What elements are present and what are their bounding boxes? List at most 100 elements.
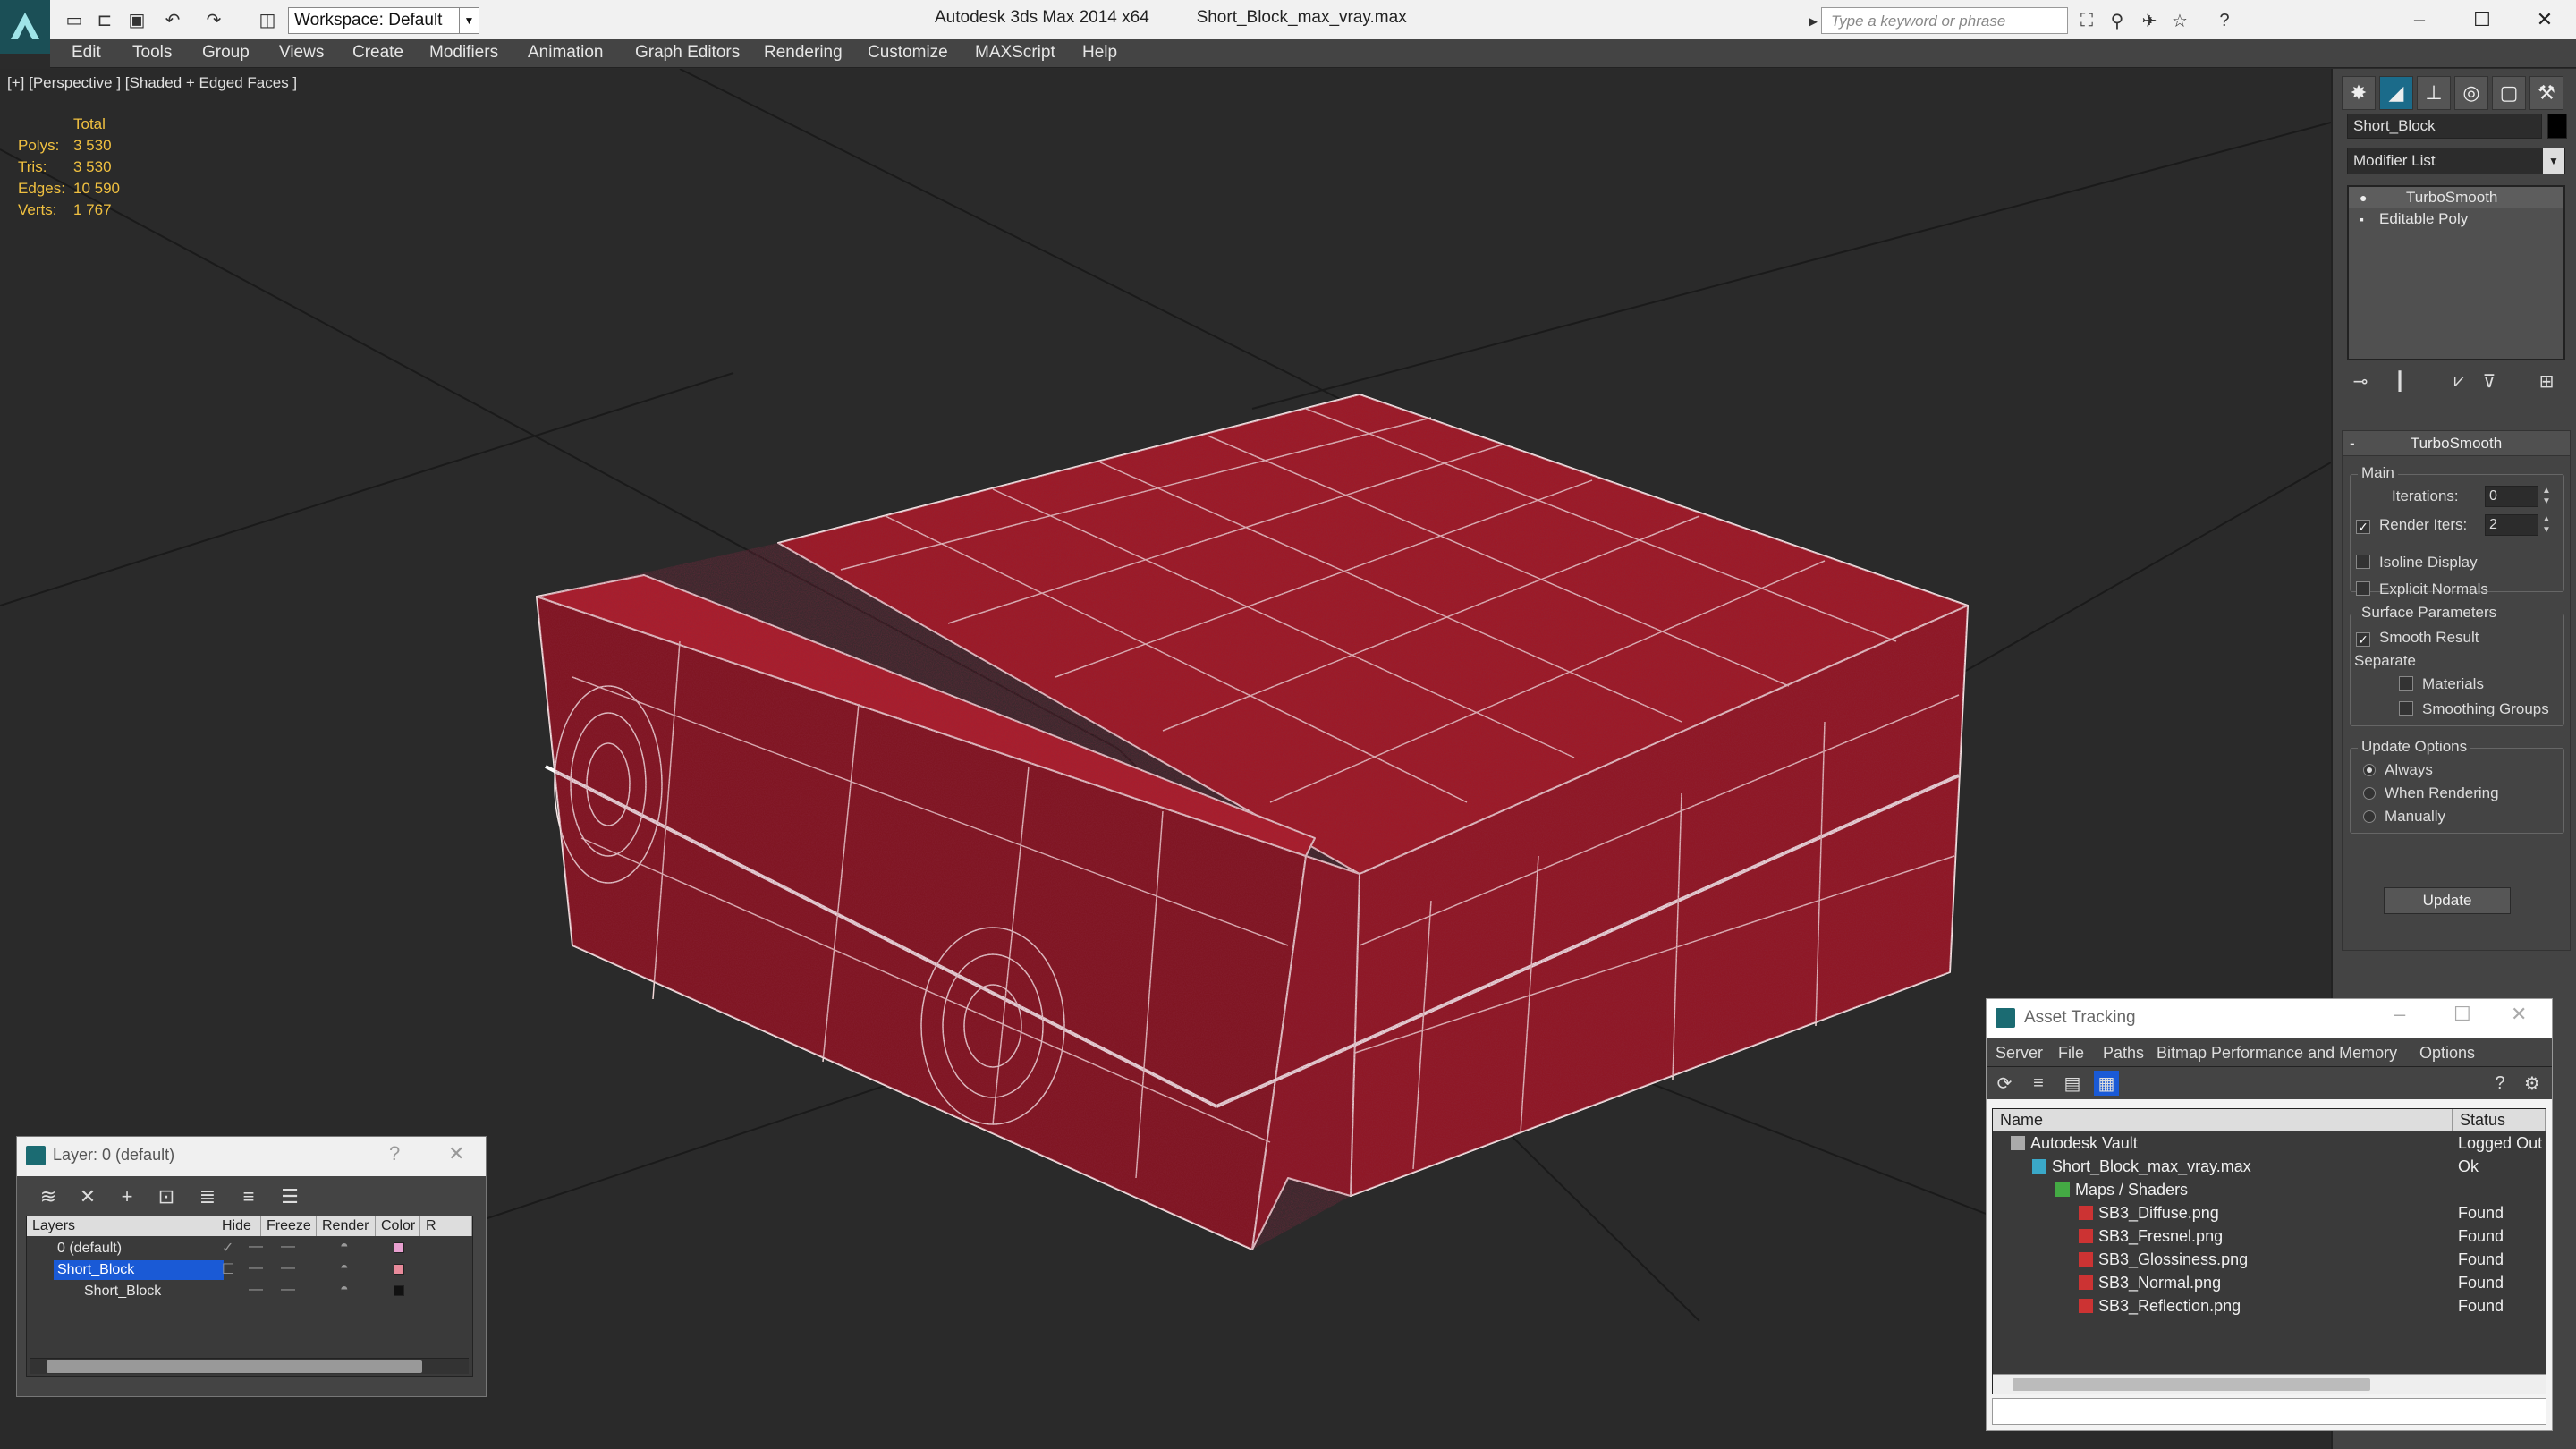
help-icon[interactable]: ? [2487, 1071, 2512, 1096]
menu-tools[interactable]: Tools [132, 43, 172, 63]
isoline-display-checkbox[interactable]: Isoline Display [2356, 554, 2478, 572]
close-button[interactable]: ✕ [2511, 1003, 2527, 1026]
pin-stack-icon[interactable]: ⊸ [2347, 368, 2374, 394]
menu-maxscript[interactable]: MAXScript [975, 43, 1055, 63]
layer-row[interactable]: Short_Block — — ◓ [27, 1281, 472, 1302]
menu-bitmap-performance[interactable]: Bitmap Performance and Memory [2157, 1044, 2397, 1063]
close-icon[interactable]: ✕ [448, 1142, 464, 1165]
help-icon[interactable]: ? [2213, 9, 2236, 32]
render-iters-spinner[interactable]: 2 [2485, 514, 2538, 536]
save-file-icon[interactable]: ▣ [125, 8, 148, 31]
menu-edit[interactable]: Edit [72, 43, 101, 63]
spinner-arrows-icon[interactable]: ▲ ▼ [2540, 514, 2553, 536]
key-icon[interactable]: ⚲ [2106, 9, 2129, 32]
teapot-icon[interactable]: ◓ [340, 1260, 349, 1276]
table-view-icon[interactable]: ▦ [2094, 1071, 2119, 1096]
when-rendering-radio[interactable]: When Rendering [2363, 784, 2499, 802]
maximize-button[interactable]: ☐ [2453, 1003, 2471, 1026]
motion-tab-icon[interactable]: ◎ [2454, 76, 2488, 110]
menu-modifiers[interactable]: Modifiers [429, 43, 498, 63]
utilities-tab-icon[interactable]: ⚒ [2529, 76, 2563, 110]
add-to-layer-icon[interactable]: + [114, 1183, 140, 1210]
asset-row[interactable]: SB3_Fresnel.png Found [1993, 1225, 2546, 1249]
layer-panel-header[interactable]: Layer: 0 (default) ? ✕ [17, 1137, 486, 1176]
redo-icon[interactable]: ↷ [202, 8, 225, 31]
display-tab-icon[interactable]: ▢ [2492, 76, 2526, 110]
minimize-button[interactable]: – [2388, 0, 2451, 39]
rollout-header[interactable]: - TurboSmooth [2343, 431, 2570, 456]
expand-plus-icon[interactable]: ▪ [2360, 212, 2364, 226]
project-folder-icon[interactable]: ◫ [256, 8, 279, 31]
stack-item-turbosmooth[interactable]: ● TurboSmooth [2349, 187, 2563, 208]
detail-view-icon[interactable]: ▤ [2060, 1071, 2085, 1096]
exchange-icon[interactable]: ✈ [2138, 9, 2161, 32]
workspace-dropdown[interactable]: Workspace: Default ▼ [288, 7, 479, 34]
explicit-normals-checkbox[interactable]: Explicit Normals [2356, 580, 2488, 598]
menu-help[interactable]: Help [1082, 43, 1117, 63]
delete-layer-icon[interactable]: ✕ [74, 1183, 101, 1210]
app-logo-button[interactable] [0, 0, 50, 54]
open-file-icon[interactable]: ⊏ [93, 8, 116, 31]
asset-row[interactable]: Maps / Shaders [1993, 1179, 2546, 1202]
column-freeze[interactable]: Freeze [261, 1216, 317, 1236]
menu-create[interactable]: Create [352, 43, 403, 63]
minimize-button[interactable]: – [2394, 1003, 2405, 1026]
menu-views[interactable]: Views [279, 43, 324, 63]
settings-icon[interactable]: ⚙ [2520, 1071, 2545, 1096]
select-in-layer-icon[interactable]: ⊡ [153, 1183, 180, 1210]
column-render[interactable]: Render [317, 1216, 376, 1236]
create-tab-icon[interactable]: ✸ [2342, 76, 2376, 110]
asset-row[interactable]: SB3_Glossiness.png Found [1993, 1249, 2546, 1272]
column-r[interactable]: R [420, 1216, 472, 1236]
layer-row[interactable]: 0 (default) ✓ — — ◓ [27, 1238, 472, 1259]
update-button[interactable]: Update [2384, 887, 2511, 914]
asset-row[interactable]: SB3_Diffuse.png Found [1993, 1202, 2546, 1225]
modify-tab-icon[interactable]: ◢ [2379, 76, 2413, 110]
modifier-list-dropdown[interactable]: Modifier List ▼ [2347, 148, 2565, 174]
always-radio[interactable]: Always [2363, 761, 2433, 779]
asset-tracking-header[interactable]: Asset Tracking – ☐ ✕ [1987, 999, 2552, 1038]
layer-color-swatch[interactable] [394, 1264, 404, 1275]
column-status[interactable]: Status [2453, 1109, 2546, 1131]
maximize-button[interactable]: ☐ [2451, 0, 2513, 39]
new-file-icon[interactable]: ▭ [63, 8, 86, 31]
object-color-swatch[interactable] [2547, 114, 2567, 139]
viewport-label[interactable]: [+] [Perspective ] [Shaded + Edged Faces… [7, 74, 297, 92]
materials-checkbox[interactable]: Materials [2399, 675, 2484, 693]
layer-new-icon[interactable]: ≋ [35, 1183, 62, 1210]
menu-options[interactable]: Options [2419, 1044, 2475, 1063]
stack-item-editable-poly[interactable]: ▪ Editable Poly [2349, 208, 2563, 230]
star-icon[interactable]: ☆ [2168, 9, 2191, 32]
remove-modifier-icon[interactable]: ⊽ [2476, 368, 2503, 394]
smooth-result-checkbox[interactable]: ✓ Smooth Result [2356, 629, 2479, 647]
teapot-icon[interactable]: ◓ [340, 1239, 349, 1255]
freeze-all-icon[interactable]: ☰ [276, 1183, 303, 1210]
layer-row[interactable]: Short_Block ☐ — — ◓ [27, 1259, 472, 1281]
hierarchy-tab-icon[interactable]: ⊥ [2417, 76, 2451, 110]
column-hide[interactable]: Hide [216, 1216, 261, 1236]
column-color[interactable]: Color [376, 1216, 420, 1236]
asset-row[interactable]: Short_Block_max_vray.max Ok [1993, 1156, 2546, 1179]
menu-file[interactable]: File [2058, 1044, 2084, 1063]
menu-rendering[interactable]: Rendering [764, 43, 843, 63]
column-name[interactable]: Name [1993, 1109, 2453, 1131]
menu-animation[interactable]: Animation [528, 43, 604, 63]
help-icon[interactable]: ? [389, 1142, 400, 1165]
scrollbar-thumb[interactable] [2012, 1378, 2370, 1391]
object-color-swatch[interactable] [394, 1285, 404, 1296]
spinner-arrows-icon[interactable]: ▲ ▼ [2540, 486, 2553, 507]
current-layer-box-icon[interactable]: ☐ [222, 1260, 234, 1278]
undo-icon[interactable]: ↶ [161, 8, 184, 31]
object-name-field[interactable]: Short_Block [2347, 114, 2542, 139]
smoothing-groups-checkbox[interactable]: Smoothing Groups [2399, 700, 2549, 718]
menu-server[interactable]: Server [1996, 1044, 2043, 1063]
layer-color-swatch[interactable] [394, 1242, 404, 1253]
asset-horizontal-scrollbar[interactable] [1993, 1374, 2546, 1394]
highlight-layer-icon[interactable]: ≣ [194, 1183, 221, 1210]
close-button[interactable]: ✕ [2513, 0, 2576, 39]
search-input[interactable]: Type a keyword or phrase [1821, 7, 2068, 34]
list-view-icon[interactable]: ≡ [2026, 1071, 2051, 1096]
hide-all-icon[interactable]: ≡ [235, 1183, 262, 1210]
menu-paths[interactable]: Paths [2103, 1044, 2144, 1063]
lightbulb-icon[interactable]: ● [2360, 191, 2367, 205]
